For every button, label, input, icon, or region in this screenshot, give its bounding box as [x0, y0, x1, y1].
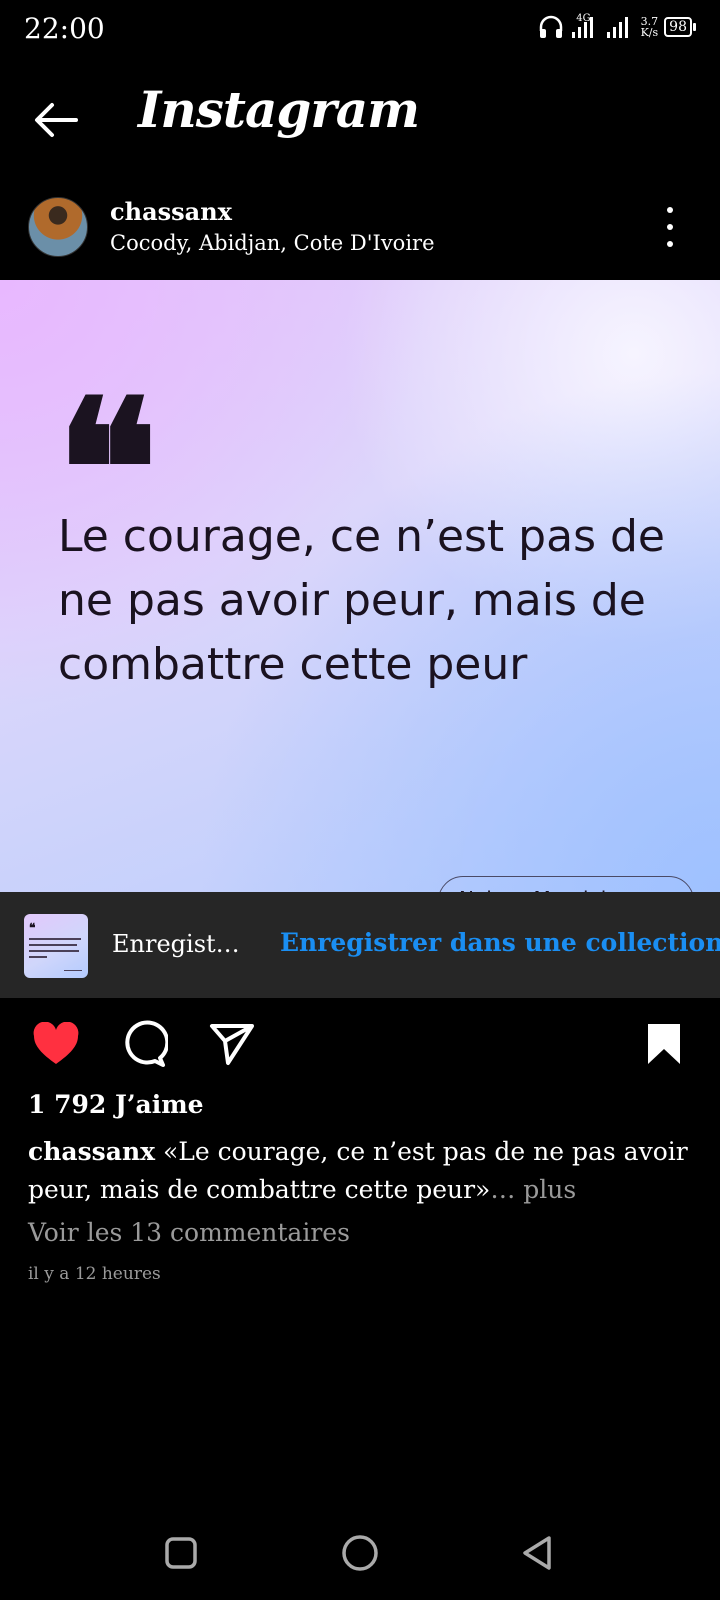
- like-count[interactable]: 1 792 J’aime: [28, 1090, 204, 1119]
- data-speed: 3.7 K/s: [641, 16, 659, 38]
- signal-icon: [605, 14, 635, 40]
- post-actions: [0, 1010, 720, 1080]
- post-location[interactable]: Cocody, Abidjan, Cote D'Ivoire: [110, 231, 435, 255]
- image-author-pill: Nelson Mandela: [438, 876, 694, 892]
- toast-label: Enregist…: [112, 930, 240, 958]
- toast-thumbnail: ❝: [24, 914, 88, 978]
- app-title: Instagram: [138, 80, 420, 139]
- network-type: 4G: [576, 12, 591, 24]
- like-button[interactable]: [30, 1020, 82, 1072]
- caption-username[interactable]: chassanx: [28, 1137, 155, 1166]
- caption-more-link[interactable]: … plus: [490, 1175, 576, 1204]
- back-nav-button[interactable]: [512, 1530, 562, 1580]
- battery-level: 98: [664, 17, 692, 37]
- status-bar: 22:00 4G 3.7 K/s 98: [0, 0, 720, 62]
- square-icon: [164, 1536, 198, 1574]
- save-toast: ❝ Enregist… Enregistrer dans une collect…: [0, 892, 720, 998]
- comment-icon: [120, 1020, 170, 1072]
- speed-unit: K/s: [640, 26, 659, 39]
- arrow-left-icon: [32, 100, 80, 144]
- heart-icon: [32, 1021, 80, 1070]
- triangle-back-icon: [519, 1534, 555, 1576]
- quote-mark: ❝: [56, 375, 158, 485]
- send-icon: [208, 1021, 256, 1071]
- image-quote-text: Le courage, ce n’est pas de ne pas avoir…: [58, 511, 665, 690]
- headphone-icon: [538, 15, 564, 39]
- post-timestamp: il y a 12 heures: [28, 1264, 161, 1284]
- comment-button[interactable]: [118, 1020, 170, 1072]
- post-caption: chassanx «Le courage, ce n’est pas de ne…: [28, 1133, 688, 1209]
- home-button[interactable]: [335, 1530, 385, 1580]
- back-button[interactable]: [30, 96, 82, 148]
- save-to-collection-button[interactable]: Enregistrer dans une collection: [280, 928, 720, 957]
- bookmark-icon: [644, 1021, 684, 1071]
- avatar[interactable]: [28, 197, 88, 257]
- status-time: 22:00: [24, 12, 105, 45]
- more-options-button[interactable]: [660, 207, 680, 247]
- save-button[interactable]: [638, 1020, 690, 1072]
- status-icons: 4G 3.7 K/s 98: [538, 12, 696, 40]
- system-nav-bar: [0, 1510, 720, 1600]
- post-username[interactable]: chassanx: [110, 197, 232, 226]
- post-image[interactable]: ❝ Le courage, ce n’est pas de ne pas avo…: [0, 280, 720, 892]
- battery-icon: 98: [664, 17, 696, 37]
- app-header: Instagram: [0, 62, 720, 182]
- post-header: chassanx Cocody, Abidjan, Cote D'Ivoire: [0, 185, 720, 280]
- recents-button[interactable]: [156, 1530, 206, 1580]
- view-comments-link[interactable]: Voir les 13 commentaires: [28, 1218, 350, 1247]
- circle-icon: [341, 1534, 379, 1576]
- more-dots-icon: [667, 207, 673, 213]
- share-button[interactable]: [206, 1020, 258, 1072]
